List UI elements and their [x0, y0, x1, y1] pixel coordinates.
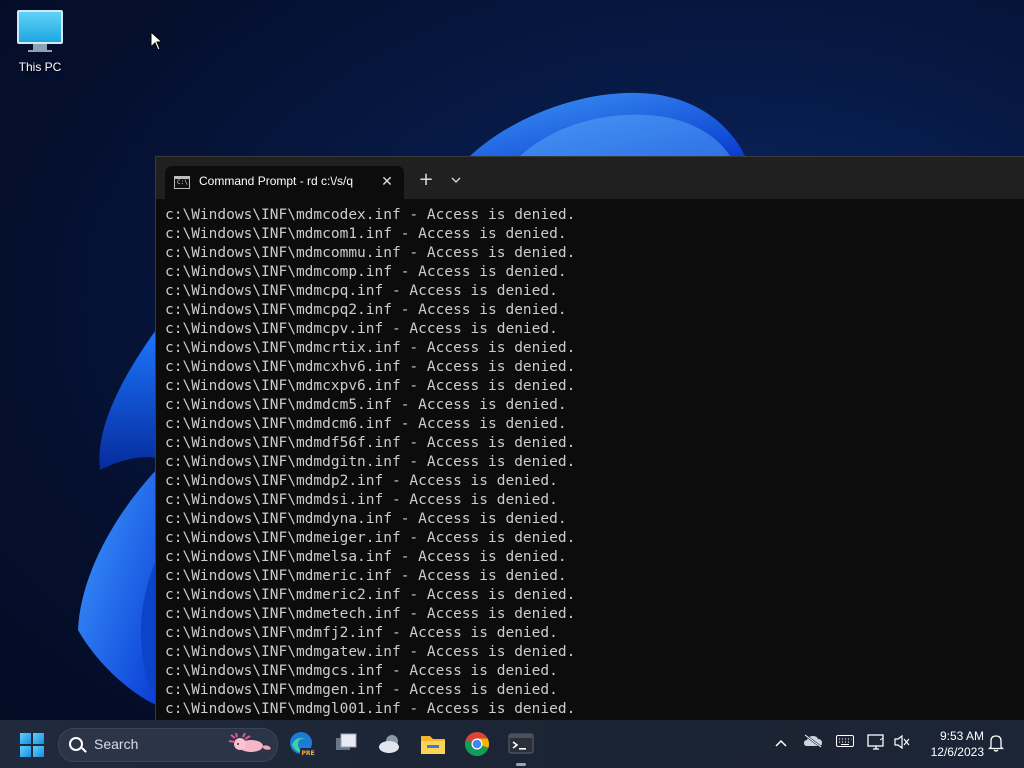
desktop-icon-this-pc[interactable]: This PC — [12, 8, 68, 74]
console-line: c:\Windows\INF\mdmdsi.inf - Access is de… — [165, 492, 558, 508]
console-line: c:\Windows\INF\mdmcpq.inf - Access is de… — [165, 283, 558, 299]
chrome-icon[interactable] — [461, 728, 493, 760]
active-app-indicator — [516, 763, 526, 766]
new-tab-button[interactable]: + — [415, 170, 437, 190]
console-line: c:\Windows\INF\mdmcxpv6.inf - Access is … — [165, 378, 576, 394]
console-line: c:\Windows\INF\mdmcom1.inf - Access is d… — [165, 226, 567, 242]
clock[interactable]: 9:53 AM 12/6/2023 — [918, 728, 984, 760]
volume-muted-icon[interactable] — [892, 734, 912, 754]
console-line: c:\Windows\INF\mdmgen.inf - Access is de… — [165, 682, 558, 698]
console-line: c:\Windows\INF\mdmcodex.inf - Access is … — [165, 207, 576, 223]
console-line: c:\Windows\INF\mdmdcm6.inf - Access is d… — [165, 416, 567, 432]
monitor-icon — [17, 10, 63, 44]
taskbar: Search PRE 9:53 AM 12/6/2023 — [0, 720, 1024, 768]
desktop-icon-label: This PC — [18, 60, 62, 74]
onedrive-offline-icon[interactable] — [803, 734, 823, 754]
console-line: c:\Windows\INF\mdmfj2.inf - Access is de… — [165, 625, 558, 641]
cmd-icon: C:\ — [174, 176, 190, 189]
weather-icon[interactable] — [374, 728, 406, 760]
start-button[interactable] — [20, 733, 44, 757]
search-icon — [69, 737, 83, 751]
search-label: Search — [94, 736, 139, 752]
clock-date: 12/6/2023 — [930, 745, 984, 759]
console-line: c:\Windows\INF\mdmcpv.inf - Access is de… — [165, 321, 558, 337]
console-line: c:\Windows\INF\mdmdyna.inf - Access is d… — [165, 511, 567, 527]
terminal-window[interactable]: C:\ Command Prompt - rd c:\/s/q ✕ + c:\W… — [155, 156, 1024, 721]
close-tab-button[interactable]: ✕ — [377, 172, 397, 192]
console-line: c:\Windows\INF\mdmdgitn.inf - Access is … — [165, 454, 576, 470]
console-line: c:\Windows\INF\mdmeric2.inf - Access is … — [165, 587, 576, 603]
file-explorer-icon[interactable] — [417, 728, 449, 760]
console-line: c:\Windows\INF\mdmeric.inf - Access is d… — [165, 568, 567, 584]
task-view-icon[interactable] — [330, 728, 362, 760]
tab-command-prompt[interactable]: C:\ Command Prompt - rd c:\/s/q ✕ — [165, 166, 404, 199]
mouse-cursor-icon — [150, 31, 164, 51]
console-line: c:\Windows\INF\mdmeiger.inf - Access is … — [165, 530, 576, 546]
chevron-down-icon[interactable] — [445, 170, 467, 190]
edge-beta-icon[interactable]: PRE — [286, 728, 318, 760]
display-icon[interactable] — [866, 734, 886, 754]
notification-bell-icon[interactable] — [986, 734, 1006, 754]
console-line: c:\Windows\INF\mdmcommu.inf - Access is … — [165, 245, 576, 261]
svg-text:PRE: PRE — [301, 750, 314, 757]
console-line: c:\Windows\INF\mdmgl001.inf - Access is … — [165, 701, 576, 717]
console-line: c:\Windows\INF\mdmdp2.inf - Access is de… — [165, 473, 558, 489]
console-line: c:\Windows\INF\mdmcxhv6.inf - Access is … — [165, 359, 576, 375]
keyboard-icon[interactable] — [835, 734, 855, 754]
console-line: c:\Windows\INF\mdmgatew.inf - Access is … — [165, 644, 576, 660]
console-line: c:\Windows\INF\mdmgcs.inf - Access is de… — [165, 663, 558, 679]
console-line: c:\Windows\INF\mdmelsa.inf - Access is d… — [165, 549, 567, 565]
clock-time: 9:53 AM — [939, 729, 984, 743]
console-line: c:\Windows\INF\mdmdcm5.inf - Access is d… — [165, 397, 567, 413]
axolotl-icon — [228, 733, 271, 752]
tab-title: Command Prompt - rd c:\/s/q — [199, 174, 354, 188]
console-line: c:\Windows\INF\mdmcpq2.inf - Access is d… — [165, 302, 567, 318]
chevron-up-icon[interactable] — [771, 734, 791, 754]
tab-bar: C:\ Command Prompt - rd c:\/s/q ✕ + — [156, 157, 1024, 199]
terminal-icon[interactable] — [505, 728, 537, 760]
console-line: c:\Windows\INF\mdmdf56f.inf - Access is … — [165, 435, 576, 451]
console-output[interactable]: c:\Windows\INF\mdmcodex.inf - Access is … — [165, 206, 1015, 718]
search-box[interactable]: Search — [58, 728, 278, 762]
console-line: c:\Windows\INF\mdmetech.inf - Access is … — [165, 606, 576, 622]
console-line: c:\Windows\INF\mdmcrtix.inf - Access is … — [165, 340, 576, 356]
console-line: c:\Windows\INF\mdmcomp.inf - Access is d… — [165, 264, 567, 280]
